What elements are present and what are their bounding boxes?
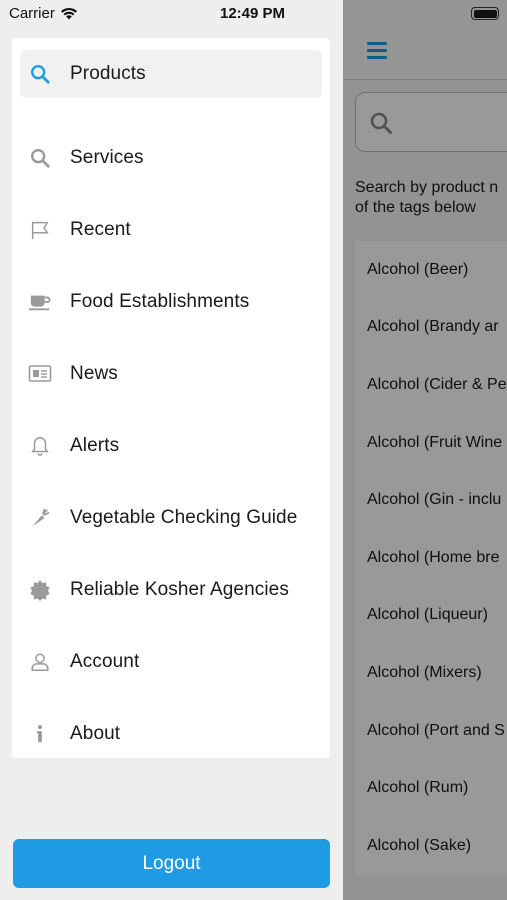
carrier-indicator: Carrier: [9, 5, 78, 22]
flag-icon: [28, 218, 52, 242]
menu-item-label: Reliable Kosher Agencies: [70, 579, 289, 600]
logout-button[interactable]: Logout: [13, 839, 330, 888]
menu-item-reliable-kosher-agencies[interactable]: Reliable Kosher Agencies: [12, 554, 330, 626]
info-icon: [28, 722, 52, 746]
menu-item-label: Alerts: [70, 435, 120, 456]
menu-list: Products Services Recent Food Establishment…: [12, 38, 330, 758]
carrot-icon: [28, 506, 52, 530]
user-icon: [28, 650, 52, 674]
navigation-drawer: Products Services Recent Food Establishment…: [0, 0, 343, 900]
seal-icon: [28, 578, 52, 602]
menu-item-label: Services: [70, 147, 144, 168]
menu-item-recent[interactable]: Recent: [12, 194, 330, 266]
menu-item-label: News: [70, 363, 118, 384]
menu-item-account[interactable]: Account: [12, 626, 330, 698]
status-time: 12:49 PM: [220, 5, 286, 22]
menu-item-label: Vegetable Checking Guide: [70, 507, 298, 528]
battery-icon: [471, 7, 499, 20]
menu-item-food-establishments[interactable]: Food Establishments: [12, 266, 330, 338]
menu-item-label: Recent: [70, 219, 131, 240]
search-icon: [28, 62, 52, 86]
active-highlight: [20, 50, 322, 98]
menu-item-products[interactable]: Products: [12, 50, 330, 122]
menu-item-vegetable-checking-guide[interactable]: Vegetable Checking Guide: [12, 482, 330, 554]
coffee-cup-icon: [28, 290, 52, 314]
menu-item-alerts[interactable]: Alerts: [12, 410, 330, 482]
menu-item-label: About: [70, 723, 121, 744]
search-icon: [28, 146, 52, 170]
drawer-overlay[interactable]: [343, 0, 507, 900]
carrier-label: Carrier: [9, 5, 55, 22]
menu-item-label: Products: [70, 63, 146, 84]
menu-item-label: Food Establishments: [70, 291, 250, 312]
menu-item-news[interactable]: News: [12, 338, 330, 410]
newspaper-icon: [28, 362, 52, 386]
menu-item-about[interactable]: About: [12, 698, 330, 770]
menu-item-label: Account: [70, 651, 140, 672]
menu-item-services[interactable]: Services: [12, 122, 330, 194]
bell-icon: [28, 434, 52, 458]
wifi-icon: [60, 7, 77, 20]
status-bar: Carrier 12:49 PM: [0, 0, 507, 30]
